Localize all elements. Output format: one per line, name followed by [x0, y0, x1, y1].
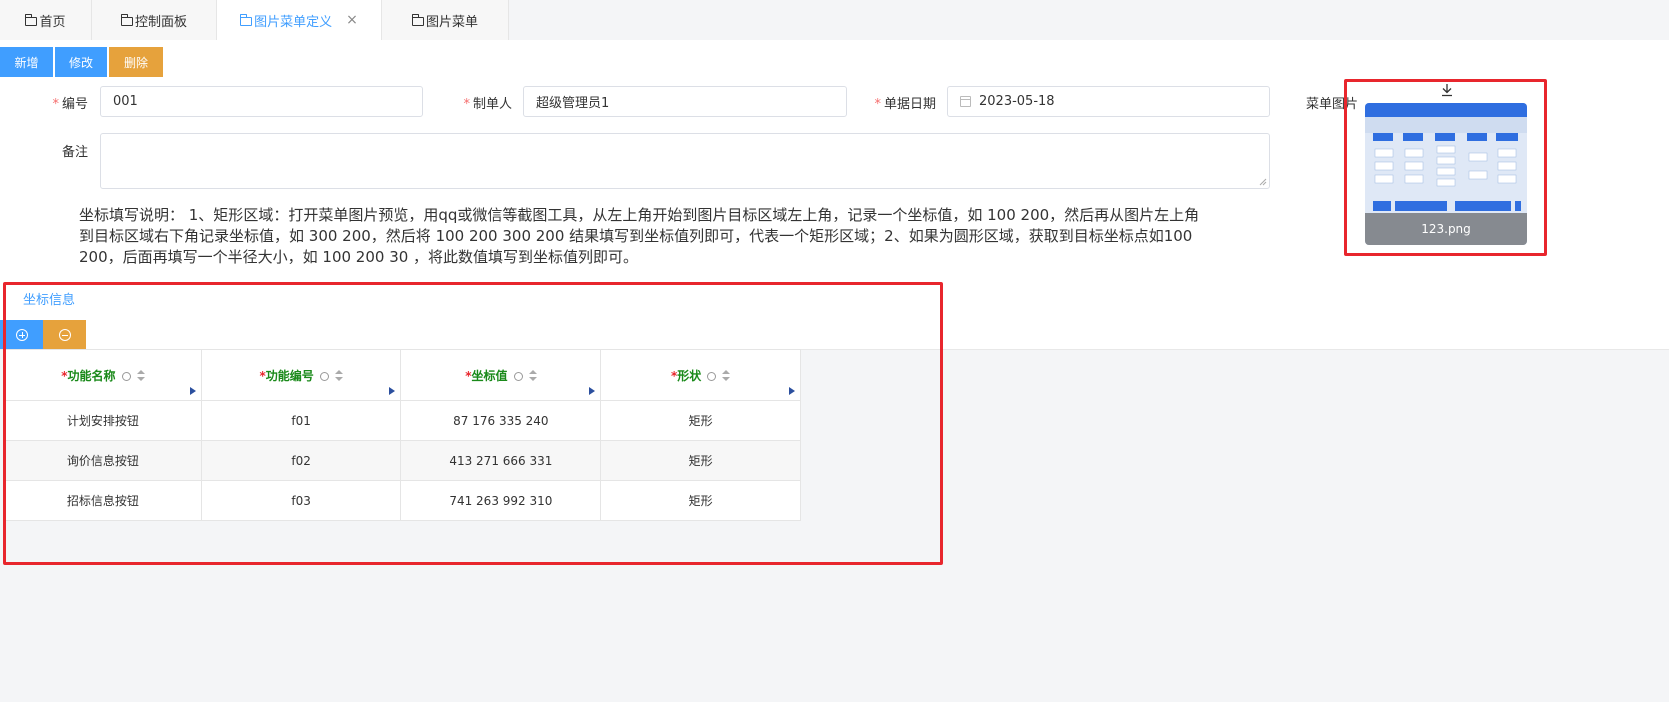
plus-circle-icon: [15, 328, 28, 341]
cell-function-name[interactable]: 招标信息按钮: [4, 480, 202, 521]
tab-bar: 首页 控制面板 图片菜单定义 × 图片菜单: [0, 0, 1669, 40]
tab-label: 图片菜单: [425, 14, 478, 30]
table-row[interactable]: 计划安排按钮 f01 87 176 335 240 矩形: [4, 400, 801, 441]
column-header-coordinates[interactable]: *坐标值: [400, 349, 602, 401]
column-menu-icon[interactable]: [189, 387, 196, 395]
tab-label: 控制面板: [134, 14, 187, 30]
creator-input[interactable]: 超级管理员1: [523, 86, 847, 117]
tab-label: 图片菜单定义: [254, 14, 333, 30]
table-row[interactable]: 招标信息按钮 f03 741 263 992 310 矩形: [4, 480, 801, 521]
coordinate-instructions: 坐标填写说明： 1、矩形区域：打开菜单图片预览，用qq或微信等截图工具，从左上角…: [79, 205, 1269, 268]
tab-image-menu[interactable]: 图片菜单: [382, 0, 509, 40]
sort-icon[interactable]: [334, 369, 343, 382]
cell-function-name[interactable]: 询价信息按钮: [4, 440, 202, 481]
column-menu-icon[interactable]: [789, 387, 795, 395]
instruction-line: 坐标填写说明： 1、矩形区域：打开菜单图片预览，用qq或微信等截图工具，从左上角…: [79, 206, 1200, 224]
remark-textarea[interactable]: [100, 133, 1270, 189]
date-label: * 单据日期: [874, 97, 936, 112]
menu-image-label: 菜单图片: [1305, 97, 1358, 112]
tab-dashboard[interactable]: 控制面板: [92, 0, 217, 40]
sort-icon[interactable]: [136, 369, 145, 382]
minus-circle-icon: [58, 328, 71, 341]
folder-icon: [411, 13, 424, 26]
date-picker[interactable]: 2023-05-18: [947, 86, 1270, 117]
cell-shape[interactable]: 矩形: [600, 400, 801, 441]
cell-coordinates[interactable]: 87 176 335 240: [400, 400, 602, 441]
tab-label: 首页: [39, 14, 66, 30]
image-filename: 123.png: [1365, 213, 1527, 245]
resize-handle-icon[interactable]: [1259, 178, 1267, 186]
sort-icon[interactable]: [528, 369, 537, 382]
remove-row-button[interactable]: [43, 320, 86, 349]
search-icon[interactable]: [319, 371, 329, 381]
tab-coordinate-info[interactable]: 坐标信息: [0, 281, 98, 318]
tab-image-menu-definition[interactable]: 图片菜单定义 ×: [217, 0, 382, 40]
tab-home[interactable]: 首页: [0, 0, 92, 40]
date-value: 2023-05-18: [979, 94, 1055, 109]
search-icon[interactable]: [513, 371, 523, 381]
search-icon[interactable]: [121, 371, 131, 381]
column-menu-icon[interactable]: [389, 387, 396, 395]
folder-icon: [25, 13, 38, 26]
code-input[interactable]: 001: [100, 86, 423, 117]
calendar-icon: [960, 96, 971, 107]
table-header-row: *功能名称 *功能编号 *坐标值 *形状: [4, 349, 801, 401]
table-row[interactable]: 询价信息按钮 f02 413 271 666 331 矩形: [4, 440, 801, 481]
cell-shape[interactable]: 矩形: [600, 480, 801, 521]
close-icon[interactable]: ×: [346, 12, 358, 28]
coordinate-table: *功能名称 *功能编号 *坐标值 *形状 计划安排按钮 f01 87 176 3…: [4, 349, 801, 521]
instruction-line: 200，后面再填写一个半径大小，如 100 200 30 ，将此数值填写到坐标值…: [79, 248, 639, 266]
add-row-button[interactable]: [0, 320, 43, 349]
cell-coordinates[interactable]: 741 263 992 310: [400, 480, 602, 521]
creator-label: * 制单人: [463, 97, 512, 112]
column-menu-icon[interactable]: [589, 387, 596, 395]
cell-function-code[interactable]: f01: [200, 400, 402, 441]
code-label: * 编号: [52, 97, 88, 112]
column-header-shape[interactable]: *形状: [600, 349, 801, 401]
cell-function-code[interactable]: f03: [200, 480, 402, 521]
menu-image-thumbnail[interactable]: 123.png: [1365, 103, 1527, 245]
delete-button[interactable]: 删除: [109, 47, 163, 77]
cell-coordinates[interactable]: 413 271 666 331: [400, 440, 602, 481]
cell-shape[interactable]: 矩形: [600, 440, 801, 481]
column-header-function-name[interactable]: *功能名称: [4, 349, 202, 401]
download-icon[interactable]: [1440, 83, 1454, 97]
sort-icon[interactable]: [722, 369, 731, 382]
cell-function-code[interactable]: f02: [200, 440, 402, 481]
add-button[interactable]: 新增: [0, 47, 53, 77]
remark-label: 备注: [61, 145, 88, 160]
column-header-function-code[interactable]: *功能编号: [200, 349, 402, 401]
search-icon[interactable]: [707, 371, 717, 381]
folder-open-icon: [240, 13, 253, 26]
cell-function-name[interactable]: 计划安排按钮: [4, 400, 202, 441]
instruction-line: 到目标区域右下角记录坐标值，如 300 200，然后将 100 200 300 …: [79, 227, 1193, 245]
folder-icon: [120, 13, 133, 26]
edit-button[interactable]: 修改: [55, 47, 107, 77]
